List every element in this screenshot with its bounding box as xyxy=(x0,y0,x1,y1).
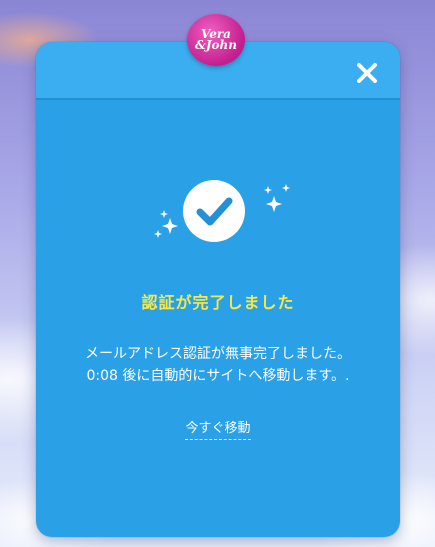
modal-header-divider xyxy=(36,98,400,100)
vera-john-logo: Vera &John xyxy=(187,14,245,66)
message-line-1: メールアドレス認証が無事完了しました。 xyxy=(85,346,351,362)
modal-title: 認証が完了しました xyxy=(141,293,295,312)
close-button[interactable] xyxy=(350,56,384,90)
move-now-wrapper: 今すぐ移動 xyxy=(36,417,400,440)
message-line-2: 0:08 後に自動的にサイトへ移動します。. xyxy=(86,368,350,384)
logo-text-bottom: &John xyxy=(195,38,237,52)
success-badge xyxy=(183,180,245,242)
modal-message: メールアドレス認証が無事完了しました。 0:08 後に自動的にサイトへ移動します… xyxy=(36,343,400,387)
close-icon xyxy=(357,63,377,83)
move-now-link[interactable]: 今すぐ移動 xyxy=(185,421,251,440)
checkmark-icon xyxy=(196,197,233,226)
sparkle-icon xyxy=(264,184,290,212)
sparkle-icon xyxy=(154,210,178,238)
